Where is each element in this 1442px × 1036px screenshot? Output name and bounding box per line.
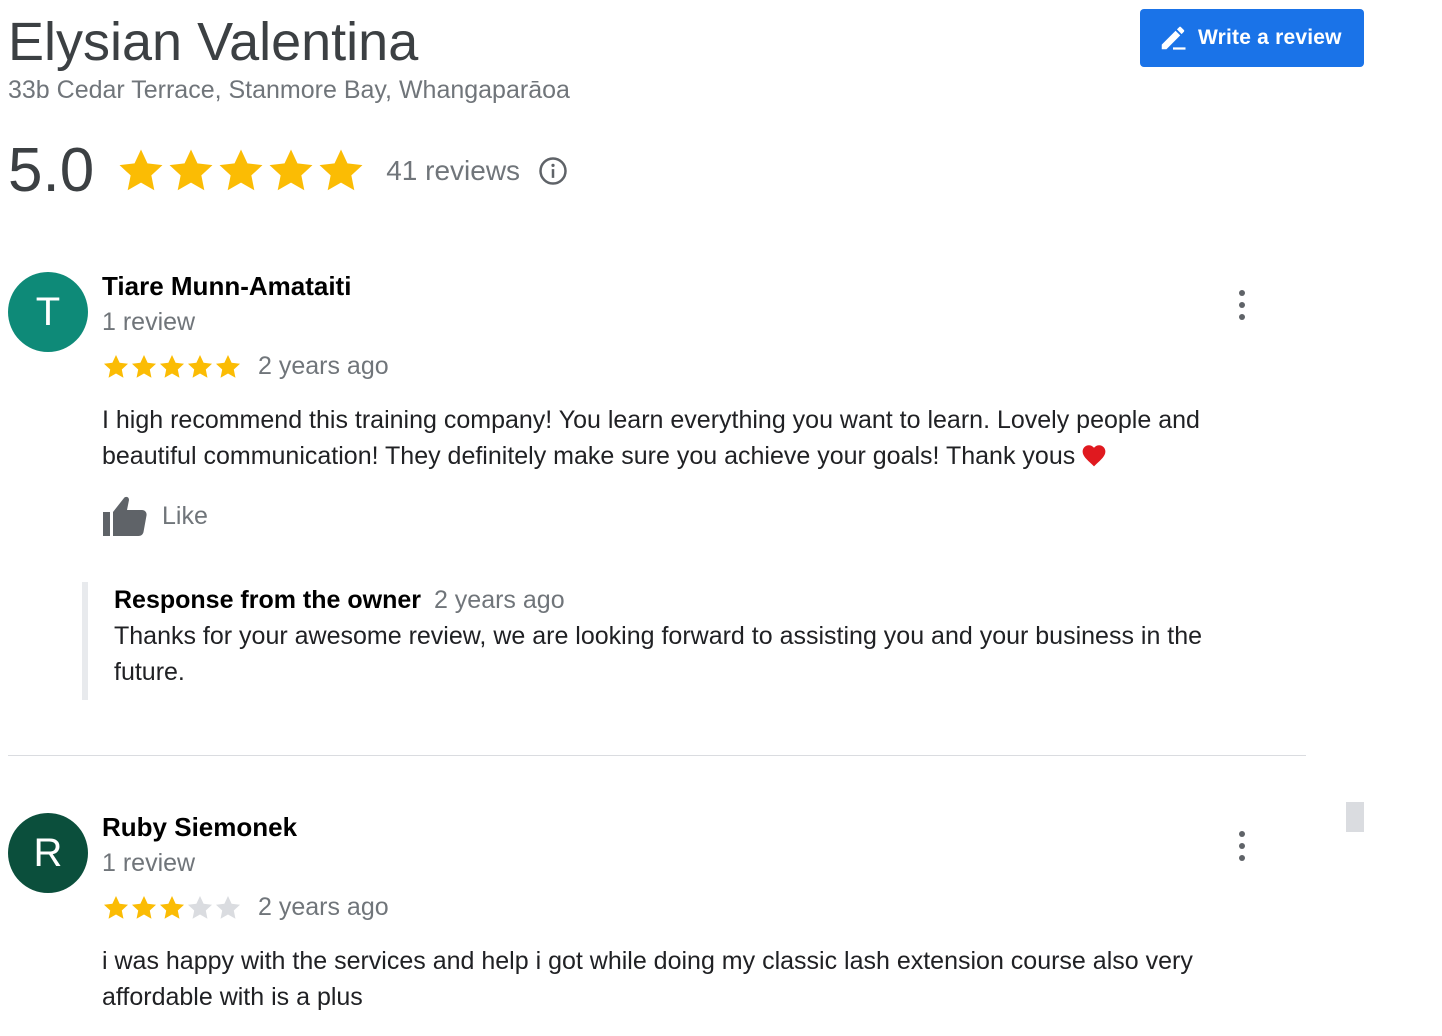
more-options-icon[interactable] (1230, 829, 1254, 863)
business-address: 33b Cedar Terrace, Stanmore Bay, Whangap… (8, 76, 570, 104)
star-empty-icon (215, 895, 241, 919)
star-filled-icon (169, 149, 213, 191)
thumbs-up-icon (103, 496, 147, 536)
review-date: 2 years ago (258, 352, 389, 380)
heart-icon (1082, 445, 1106, 467)
scrollbar-thumb[interactable] (1346, 802, 1364, 832)
star-filled-icon (215, 354, 241, 378)
more-options-icon[interactable] (1230, 288, 1254, 322)
review-divider (8, 755, 1306, 756)
review-body: I high recommend this training company! … (102, 406, 1200, 470)
reviewer-name[interactable]: Ruby Siemonek (102, 812, 297, 843)
like-label: Like (162, 501, 208, 530)
review-date: 2 years ago (258, 893, 389, 921)
business-name: Elysian Valentina (8, 12, 419, 72)
reviewer-name[interactable]: Tiare Munn-Amataiti (102, 271, 351, 302)
star-filled-icon (131, 895, 157, 919)
owner-response-label: Response from the owner (114, 586, 421, 614)
pencil-icon (1161, 26, 1186, 50)
like-button[interactable]: Like (102, 494, 208, 538)
star-filled-icon (269, 149, 313, 191)
star-empty-icon (187, 895, 213, 919)
owner-response: Response from the owner 2 years ago Than… (82, 582, 1252, 700)
avatar[interactable]: T (8, 272, 88, 352)
reviewer-review-count: 1 review (102, 308, 196, 336)
star-filled-icon (219, 149, 263, 191)
total-review-count: 41 reviews (386, 155, 521, 186)
star-filled-icon (159, 895, 185, 919)
review-stars (102, 894, 242, 922)
review-text: i was happy with the services and help i… (102, 947, 1193, 1011)
avatar[interactable]: R (8, 813, 88, 893)
reviewer-review-count: 1 review (102, 849, 196, 877)
owner-response-date: 2 years ago (433, 586, 565, 614)
review-card: T Tiare Munn-Amataiti 1 review 2 years a… (8, 271, 1308, 702)
star-filled-icon (187, 354, 213, 378)
review-text: I high recommend this training company! … (102, 402, 1262, 474)
star-filled-icon (159, 354, 185, 378)
star-filled-icon (119, 149, 163, 191)
average-stars (116, 146, 366, 196)
star-filled-icon (131, 354, 157, 378)
write-review-button[interactable]: Write a review (1140, 9, 1364, 67)
average-rating: 5.0 (8, 136, 95, 205)
rating-summary: 5.0 41 reviews (8, 136, 568, 206)
write-review-label: Write a review (1198, 26, 1342, 49)
star-filled-icon (103, 895, 129, 919)
owner-response-text: Thanks for your awesome review, we are l… (114, 622, 1203, 686)
star-filled-icon (103, 354, 129, 378)
info-icon[interactable] (538, 156, 568, 186)
star-filled-icon (319, 149, 363, 191)
review-card: R Ruby Siemonek 1 review 2 years ago i w… (8, 812, 1308, 1023)
review-stars (102, 353, 242, 381)
